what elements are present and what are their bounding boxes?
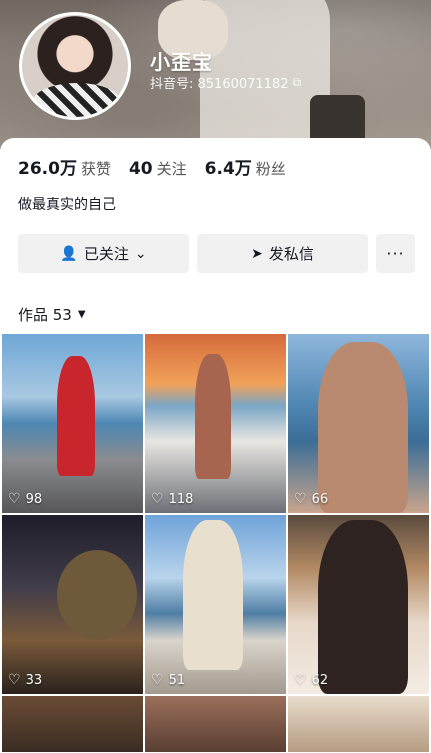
heart-outline-icon: ♡ <box>294 672 307 688</box>
tile-likes: ♡ 33 <box>8 672 42 688</box>
tile-likes: ♡ 51 <box>151 672 185 688</box>
more-icon: ··· <box>386 244 405 263</box>
heart-outline-icon: ♡ <box>151 672 164 688</box>
tile-person <box>195 354 231 479</box>
works-tab-label: 作品 53 <box>18 306 72 324</box>
heart-outline-icon: ♡ <box>8 491 21 507</box>
bio: 做最真实的自己 <box>18 197 116 213</box>
stat-likes-count: 26.0万 <box>18 159 77 179</box>
stat-followers-count: 6.4万 <box>204 159 252 179</box>
heart-outline-icon: ♡ <box>294 491 307 507</box>
chevron-down-icon: ⌄ <box>134 245 147 262</box>
tab-works[interactable]: 作品 53 ▼ <box>18 304 86 325</box>
tile-person <box>57 356 95 476</box>
stat-likes-label: 获赞 <box>80 160 111 178</box>
tile-person <box>57 550 137 640</box>
nickname: 小歪宝 <box>150 50 213 74</box>
tile-likes: ♡ 118 <box>151 491 193 507</box>
tile-likes: ♡ 98 <box>8 491 42 507</box>
douyin-id-text: 抖音号: 85160071182 <box>150 77 289 92</box>
tile-like-count: 118 <box>168 491 194 507</box>
video-tile[interactable]: ♡ 118 <box>145 334 286 513</box>
message-button[interactable]: ➤ 发私信 <box>197 234 368 273</box>
tile-like-count: 33 <box>25 672 43 688</box>
video-tile[interactable]: ♡ 51 <box>145 515 286 694</box>
video-tile[interactable]: ♡ 98 <box>2 334 143 513</box>
video-tile[interactable] <box>288 696 429 752</box>
stat-following-count: 40 <box>128 159 153 179</box>
caret-down-icon: ▼ <box>77 309 86 320</box>
avatar-dress <box>32 83 122 117</box>
copy-icon[interactable]: ⧉ <box>293 75 302 90</box>
tile-like-count: 51 <box>168 672 186 688</box>
heart-outline-icon: ♡ <box>151 491 164 507</box>
followed-button[interactable]: 👤 已关注 ⌄ <box>18 234 189 273</box>
heart-outline-icon: ♡ <box>8 672 21 688</box>
tile-person <box>183 520 243 670</box>
video-tile[interactable]: ♡ 33 <box>2 515 143 694</box>
douyin-id[interactable]: 抖音号: 85160071182 ⧉ <box>150 73 301 92</box>
works-grid: ♡ 98 ♡ 118 ♡ 66 ♡ 33 ♡ 51 ♡ 62 <box>2 334 430 752</box>
stat-following[interactable]: 40 关注 <box>129 158 187 179</box>
stat-followers[interactable]: 6.4万 粉丝 <box>205 154 286 179</box>
video-tile[interactable]: ♡ 66 <box>288 334 429 513</box>
paper-plane-icon: ➤ <box>251 245 263 262</box>
video-tile[interactable]: ♡ 62 <box>288 515 429 694</box>
tile-like-count: 66 <box>311 491 329 507</box>
tile-like-count: 98 <box>25 491 43 507</box>
profile-stats: 26.0万 获赞 40 关注 6.4万 粉丝 <box>18 154 286 179</box>
video-tile[interactable] <box>2 696 143 752</box>
tile-like-count: 62 <box>311 672 329 688</box>
user-check-icon: 👤 <box>60 245 78 262</box>
more-button[interactable]: ··· <box>376 234 415 273</box>
message-label: 发私信 <box>268 245 314 263</box>
stat-following-label: 关注 <box>156 160 187 178</box>
action-buttons: 👤 已关注 ⌄ ➤ 发私信 ··· <box>18 234 415 273</box>
tile-likes: ♡ 66 <box>294 491 328 507</box>
stat-likes[interactable]: 26.0万 获赞 <box>18 154 111 179</box>
video-tile[interactable] <box>145 696 286 752</box>
tile-person <box>318 342 408 513</box>
stat-followers-label: 粉丝 <box>255 160 286 178</box>
tile-likes: ♡ 62 <box>294 672 328 688</box>
followed-label: 已关注 <box>83 245 129 263</box>
tile-person <box>318 520 408 694</box>
avatar[interactable] <box>19 12 131 120</box>
